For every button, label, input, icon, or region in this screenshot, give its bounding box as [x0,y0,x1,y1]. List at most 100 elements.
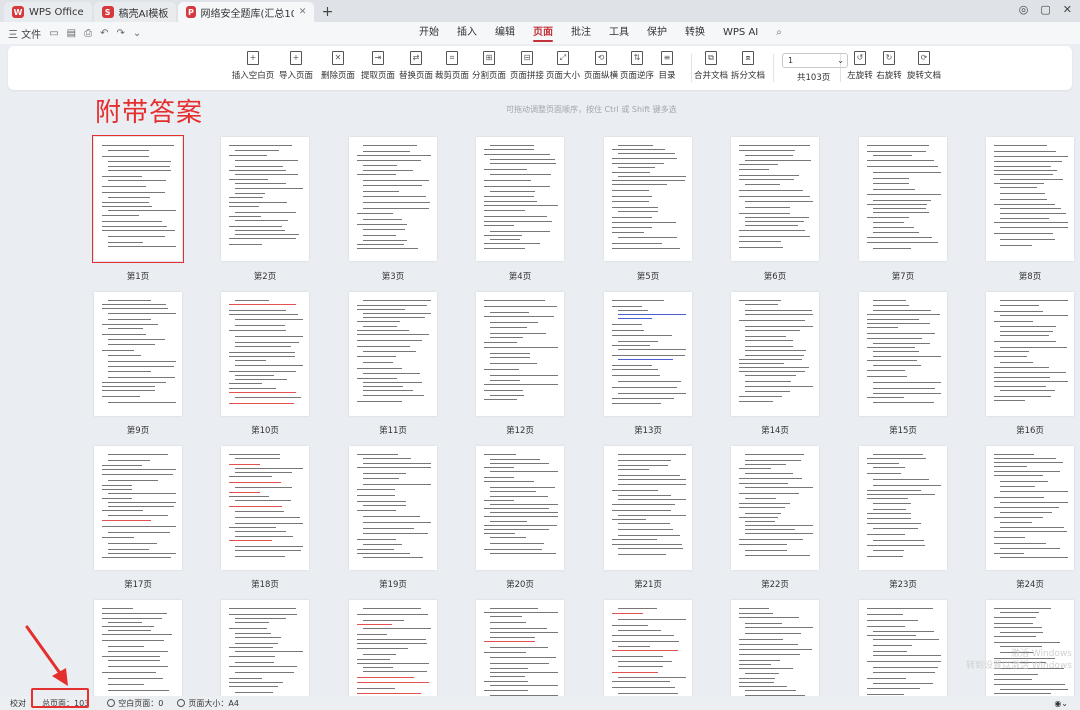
tab-convert[interactable]: 转换 [685,22,705,44]
page-thumbnail[interactable] [859,292,947,416]
text-line [108,150,149,152]
page-thumbnail[interactable] [221,600,309,710]
page-thumbnail[interactable] [986,137,1074,261]
page-size-item[interactable]: 页面大小：A4 [177,698,239,709]
text-line [994,462,1063,464]
page-thumbnail[interactable] [604,600,692,710]
tab-page[interactable]: 页面 [533,22,553,44]
blank-pages-item[interactable]: 空白页面：0 [107,698,163,709]
split-page-icon: ⊞ [483,51,495,65]
extract-page-icon: ⇥ [372,51,384,65]
page-thumbnail[interactable] [94,600,182,710]
page-thumbnail[interactable] [859,600,947,710]
text-line [873,655,941,657]
text-line [612,519,646,521]
text-line [867,242,938,244]
text-line [873,222,904,224]
page-thumbnail[interactable] [859,137,947,261]
file-menu[interactable]: 三 文件 [8,26,41,41]
text-line [363,208,429,210]
new-tab-button[interactable]: + [316,2,338,22]
text-line [739,230,805,232]
tab-tools[interactable]: 工具 [609,22,629,44]
text-line [873,667,938,669]
page-thumbnail[interactable] [221,446,309,570]
text-line [745,690,796,692]
text-line [229,454,280,456]
quick-access-dropdown-icon[interactable]: ⌄ [133,28,141,39]
print-icon[interactable]: ⎙ [84,28,92,39]
text-line [618,661,672,663]
page-thumbnail[interactable] [221,292,309,416]
tab-wps-office[interactable]: W WPS Office [4,2,92,22]
split-docs-button[interactable]: ⧈ 拆分文档 [724,51,772,81]
rotate-doc-button[interactable]: ⟳ 旋转文档 [900,51,948,81]
tab-protect[interactable]: 保护 [647,22,667,44]
text-line [229,628,267,630]
page-thumbnail[interactable] [349,446,437,570]
restore-icon[interactable]: ▢ [1040,3,1050,16]
tab-template[interactable]: S 稿壳AI模板 [93,2,177,22]
close-window-icon[interactable]: ✕ [1063,3,1072,16]
ribbon-button-label: 拆分文档 [730,71,765,81]
proof-button[interactable]: 校对 [10,698,26,709]
import-page-button[interactable]: + 导入页面 [272,51,320,81]
close-tab-icon[interactable]: ✕ [299,7,307,17]
page-thumbnail[interactable] [731,137,819,261]
page-thumbnail[interactable] [94,292,182,416]
toc-button[interactable]: ≡ 目录 [643,51,691,81]
page-thumbnail[interactable] [349,137,437,261]
insert-blank-page-button[interactable]: + 插入空白页 [229,51,277,81]
page-thumbnail[interactable] [731,600,819,710]
page-thumbnail[interactable] [349,600,437,710]
page-thumbnail[interactable] [349,292,437,416]
page-number-input[interactable]: 1 ⌄ [782,53,848,68]
page-thumbnail[interactable] [92,135,184,263]
page-thumbnail[interactable] [604,292,692,416]
text-line [357,321,400,323]
account-icon[interactable]: ◎ [1019,3,1029,16]
page-thumbnail[interactable] [476,600,564,710]
text-line [873,454,923,456]
page-thumbnail[interactable] [731,446,819,570]
tab-insert[interactable]: 插入 [457,22,477,44]
page-thumbnail[interactable] [986,292,1074,416]
tab-document[interactable]: P 网络安全题库(汇总1000题) ✕ [178,2,315,22]
text-line [745,633,801,635]
text-line [745,521,775,523]
tab-comment[interactable]: 批注 [571,22,591,44]
tab-wps-ai[interactable]: WPS AI [723,22,758,44]
text-line [745,550,787,552]
page-thumbnail[interactable] [859,446,947,570]
page-thumbnail[interactable] [731,292,819,416]
undo-icon[interactable]: ↶ [100,28,108,39]
tab-start[interactable]: 开始 [419,22,439,44]
page-thumbnail[interactable] [94,446,182,570]
text-line [1000,502,1068,504]
text-line [745,464,786,466]
save-icon[interactable]: ▤ [67,28,76,39]
text-line [745,529,795,531]
page-thumbnail[interactable] [986,446,1074,570]
page-thumbnail[interactable] [604,446,692,570]
page-thumbnail[interactable] [476,292,564,416]
text-line [1000,199,1047,201]
page-thumbnail[interactable] [221,137,309,261]
page-thumbnail[interactable] [476,137,564,261]
page-thumbnail[interactable] [476,446,564,570]
view-icon[interactable]: ◉⌄ [1054,699,1068,708]
text-line [490,637,535,639]
open-icon[interactable]: ▭ [49,28,58,39]
text-line [745,155,793,157]
page-thumbnail[interactable] [604,137,692,261]
tab-edit[interactable]: 编辑 [495,22,515,44]
text-line [235,342,299,344]
text-line [490,239,520,241]
text-line [235,550,301,552]
text-line [745,336,786,338]
text-line [867,204,927,206]
redo-icon[interactable]: ↷ [116,28,124,39]
search-icon[interactable]: ⌕ [776,22,782,44]
text-line [357,495,395,497]
text-line [484,690,528,692]
